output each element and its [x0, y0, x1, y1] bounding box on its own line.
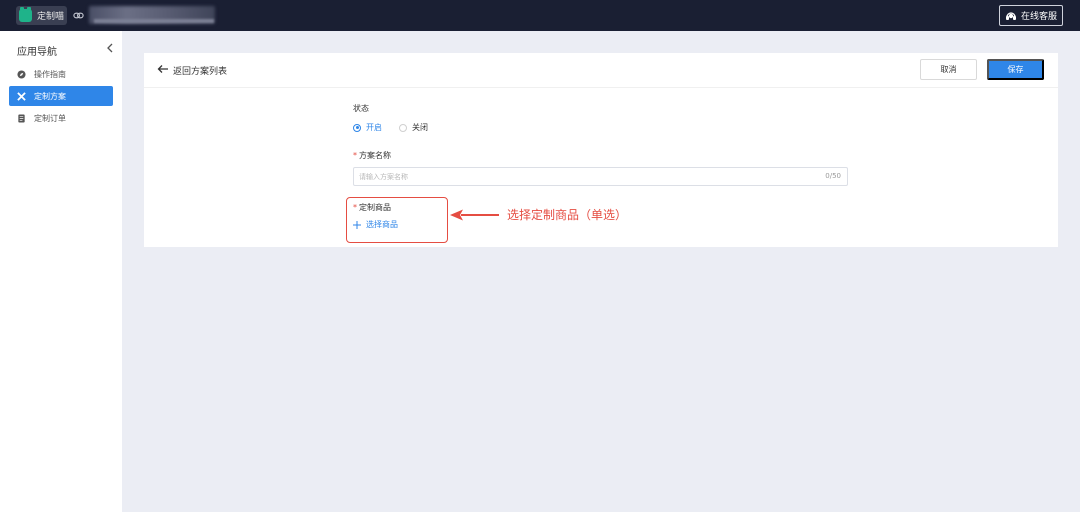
char-counter: 0/50: [825, 172, 841, 180]
radio-label: 开启: [366, 123, 382, 132]
sidebar-item-label: 定制订单: [34, 113, 66, 123]
sidebar-title: 应用导航: [17, 47, 57, 58]
status-radio-off[interactable]: 关闭: [399, 122, 428, 133]
annotation-highlight-box: [346, 197, 448, 243]
status-radio-on[interactable]: 开启: [353, 122, 382, 133]
app-logo[interactable]: 定制喵: [16, 6, 67, 25]
plan-name-label-text: 方案名称: [359, 151, 391, 160]
status-label: 状态: [353, 104, 369, 113]
save-button[interactable]: 保存: [987, 59, 1044, 80]
plan-name-input[interactable]: 请输入方案名称 0/50: [353, 167, 848, 186]
sidebar-item-guide[interactable]: 操作指南: [9, 64, 113, 84]
sidebar-item-label: 操作指南: [34, 69, 66, 79]
annotation-text: 选择定制商品（单选）: [507, 208, 628, 222]
blurred-url-underline: [94, 19, 214, 23]
radio-label: 关闭: [412, 123, 428, 132]
compass-icon: [17, 69, 26, 79]
plan-name-label: * 方案名称: [353, 150, 391, 161]
cat-logo-icon: [19, 7, 32, 22]
header-divider: [144, 87, 1058, 88]
sidebar-item-custom-order[interactable]: 定制订单: [9, 108, 113, 128]
online-service-button[interactable]: 在线客服: [999, 5, 1063, 26]
app-name: 定制喵: [37, 12, 65, 22]
plan-name-placeholder: 请输入方案名称: [359, 172, 408, 181]
radio-unchecked-icon: [399, 123, 407, 132]
online-service-label: 在线客服: [1020, 12, 1057, 22]
sidebar-item-label: 定制方案: [34, 91, 66, 101]
sidebar: 应用导航 操作指南 定制方案 定制订单: [0, 31, 122, 512]
panel-header: 返回方案列表 取消 保存: [144, 53, 1058, 87]
radio-checked-icon: [353, 123, 361, 132]
link-icon[interactable]: [73, 10, 84, 21]
document-icon: [18, 113, 25, 123]
sidebar-item-custom-plan[interactable]: 定制方案: [9, 86, 113, 106]
cancel-button[interactable]: 取消: [920, 59, 977, 80]
back-to-list-link[interactable]: 返回方案列表: [173, 64, 227, 77]
top-bar: 定制喵 在线客服: [0, 0, 1080, 31]
annotation-arrow-icon: [450, 209, 499, 221]
arrow-left-icon[interactable]: [157, 64, 169, 74]
tools-icon: [17, 91, 26, 101]
required-marker: *: [353, 151, 357, 160]
chevron-left-icon[interactable]: [106, 43, 114, 53]
headset-icon: [1005, 12, 1016, 20]
